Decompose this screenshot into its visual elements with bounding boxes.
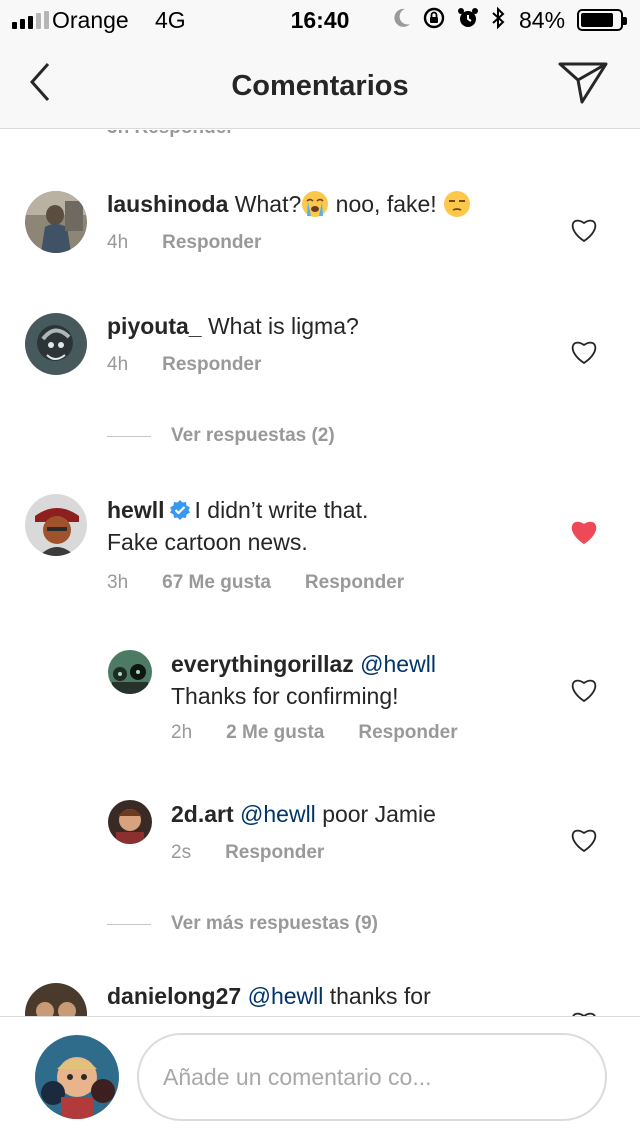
- comment-body-line2: Fake cartoon news.: [107, 529, 308, 555]
- comments-list[interactable]: 3h Responder laushinoda What? noo, fake!…: [0, 130, 640, 1016]
- avatar[interactable]: [25, 313, 87, 375]
- heart-outline-icon[interactable]: [570, 827, 598, 853]
- comment-text: hewll I didn’t write that. Fake cartoon n…: [107, 494, 567, 558]
- alarm-icon: [458, 8, 478, 27]
- comment-body: thanks for: [329, 983, 431, 1009]
- avatar[interactable]: [25, 191, 87, 253]
- comment-username[interactable]: piyouta_: [107, 313, 202, 339]
- mention-link[interactable]: @hewll: [360, 651, 436, 677]
- comment-text: everythingorillaz @hewll Thanks for conf…: [171, 648, 571, 712]
- reply-button[interactable]: Responder: [162, 232, 261, 254]
- comment-username[interactable]: 2d.art: [171, 801, 234, 827]
- divider: [107, 435, 151, 437]
- paper-plane-icon: [558, 62, 608, 104]
- heart-outline-icon[interactable]: [570, 217, 598, 243]
- reply-button[interactable]: Responder: [358, 722, 457, 744]
- comment-text: laushinoda What? noo, fake!: [107, 188, 567, 220]
- comment-meta: 4h Responder: [107, 232, 295, 254]
- comment-username[interactable]: hewll: [107, 497, 165, 523]
- comment-time: 4h: [107, 354, 129, 375]
- divider: [107, 923, 151, 925]
- comment-text: danielong27 @hewll thanks for: [107, 980, 567, 1012]
- reply-button[interactable]: Responder: [162, 354, 261, 376]
- comment-username[interactable]: danielong27: [107, 983, 241, 1009]
- moon-icon: [394, 8, 410, 27]
- status-bar: Orange 4G 16:40 84%: [0, 0, 640, 40]
- likes-count[interactable]: 2 Me gusta: [226, 722, 324, 744]
- page-title: Comentarios: [231, 70, 409, 102]
- comment-text: piyouta_ What is ligma?: [107, 310, 567, 342]
- comment-time: 2h: [171, 722, 193, 743]
- comment-username[interactable]: laushinoda: [107, 191, 228, 217]
- comment-meta: 2s Responder: [171, 842, 358, 864]
- avatar[interactable]: [25, 983, 87, 1016]
- view-replies-label: Ver respuestas (2): [171, 425, 335, 446]
- comment-time: 2s: [171, 842, 192, 863]
- comment-body: What is ligma?: [207, 313, 359, 339]
- comment-body-2: noo, fake!: [335, 191, 437, 217]
- reply-button[interactable]: Responder: [305, 572, 404, 594]
- comment-input[interactable]: [137, 1033, 607, 1121]
- nav-bar: Comentarios: [0, 40, 640, 129]
- mention-link[interactable]: @hewll: [240, 801, 316, 827]
- comment-meta: 2h 2 Me gusta Responder: [171, 722, 492, 744]
- comment-composer: [0, 1016, 640, 1136]
- comment-text: 2d.art @hewll poor Jamie: [171, 798, 571, 830]
- view-replies-button[interactable]: Ver respuestas (2): [107, 425, 335, 447]
- avatar[interactable]: [108, 800, 152, 844]
- heart-outline-icon[interactable]: [570, 677, 598, 703]
- comment-meta: 3h 67 Me gusta Responder: [107, 572, 438, 594]
- share-direct-button[interactable]: [556, 60, 610, 106]
- cut-off-row: 3h Responder: [107, 130, 234, 139]
- comment-username[interactable]: everythingorillaz: [171, 651, 354, 677]
- view-more-replies-button[interactable]: Ver más respuestas (9): [107, 913, 378, 935]
- heart-outline-icon[interactable]: [570, 339, 598, 365]
- verified-badge-icon: [169, 500, 190, 520]
- avatar[interactable]: [108, 650, 152, 694]
- comment-time: 3h: [107, 572, 129, 593]
- battery-icon: [577, 9, 627, 31]
- unamused-face-emoji-icon: [444, 191, 471, 217]
- rotation-lock-icon: [423, 7, 445, 29]
- avatar[interactable]: [25, 494, 87, 556]
- bluetooth-icon: [492, 6, 505, 30]
- comment-time: 4h: [107, 232, 129, 253]
- crying-face-emoji-icon: [302, 191, 329, 217]
- comment-meta: 4h Responder: [107, 354, 295, 376]
- mention-link[interactable]: @hewll: [248, 983, 324, 1009]
- view-more-replies-label: Ver más respuestas (9): [171, 913, 379, 934]
- battery-percent: 84%: [519, 7, 566, 33]
- comment-body: I didn’t write that.: [194, 497, 369, 523]
- comment-body: poor Jamie: [322, 801, 436, 827]
- status-icons: [392, 6, 506, 30]
- heart-filled-icon[interactable]: [570, 519, 598, 545]
- comment-body: Thanks for confirming!: [171, 683, 399, 709]
- reply-button[interactable]: Responder: [225, 842, 324, 864]
- current-user-avatar: [35, 1035, 119, 1119]
- comment-body: What?: [234, 191, 302, 217]
- likes-count[interactable]: 67 Me gusta: [162, 572, 271, 594]
